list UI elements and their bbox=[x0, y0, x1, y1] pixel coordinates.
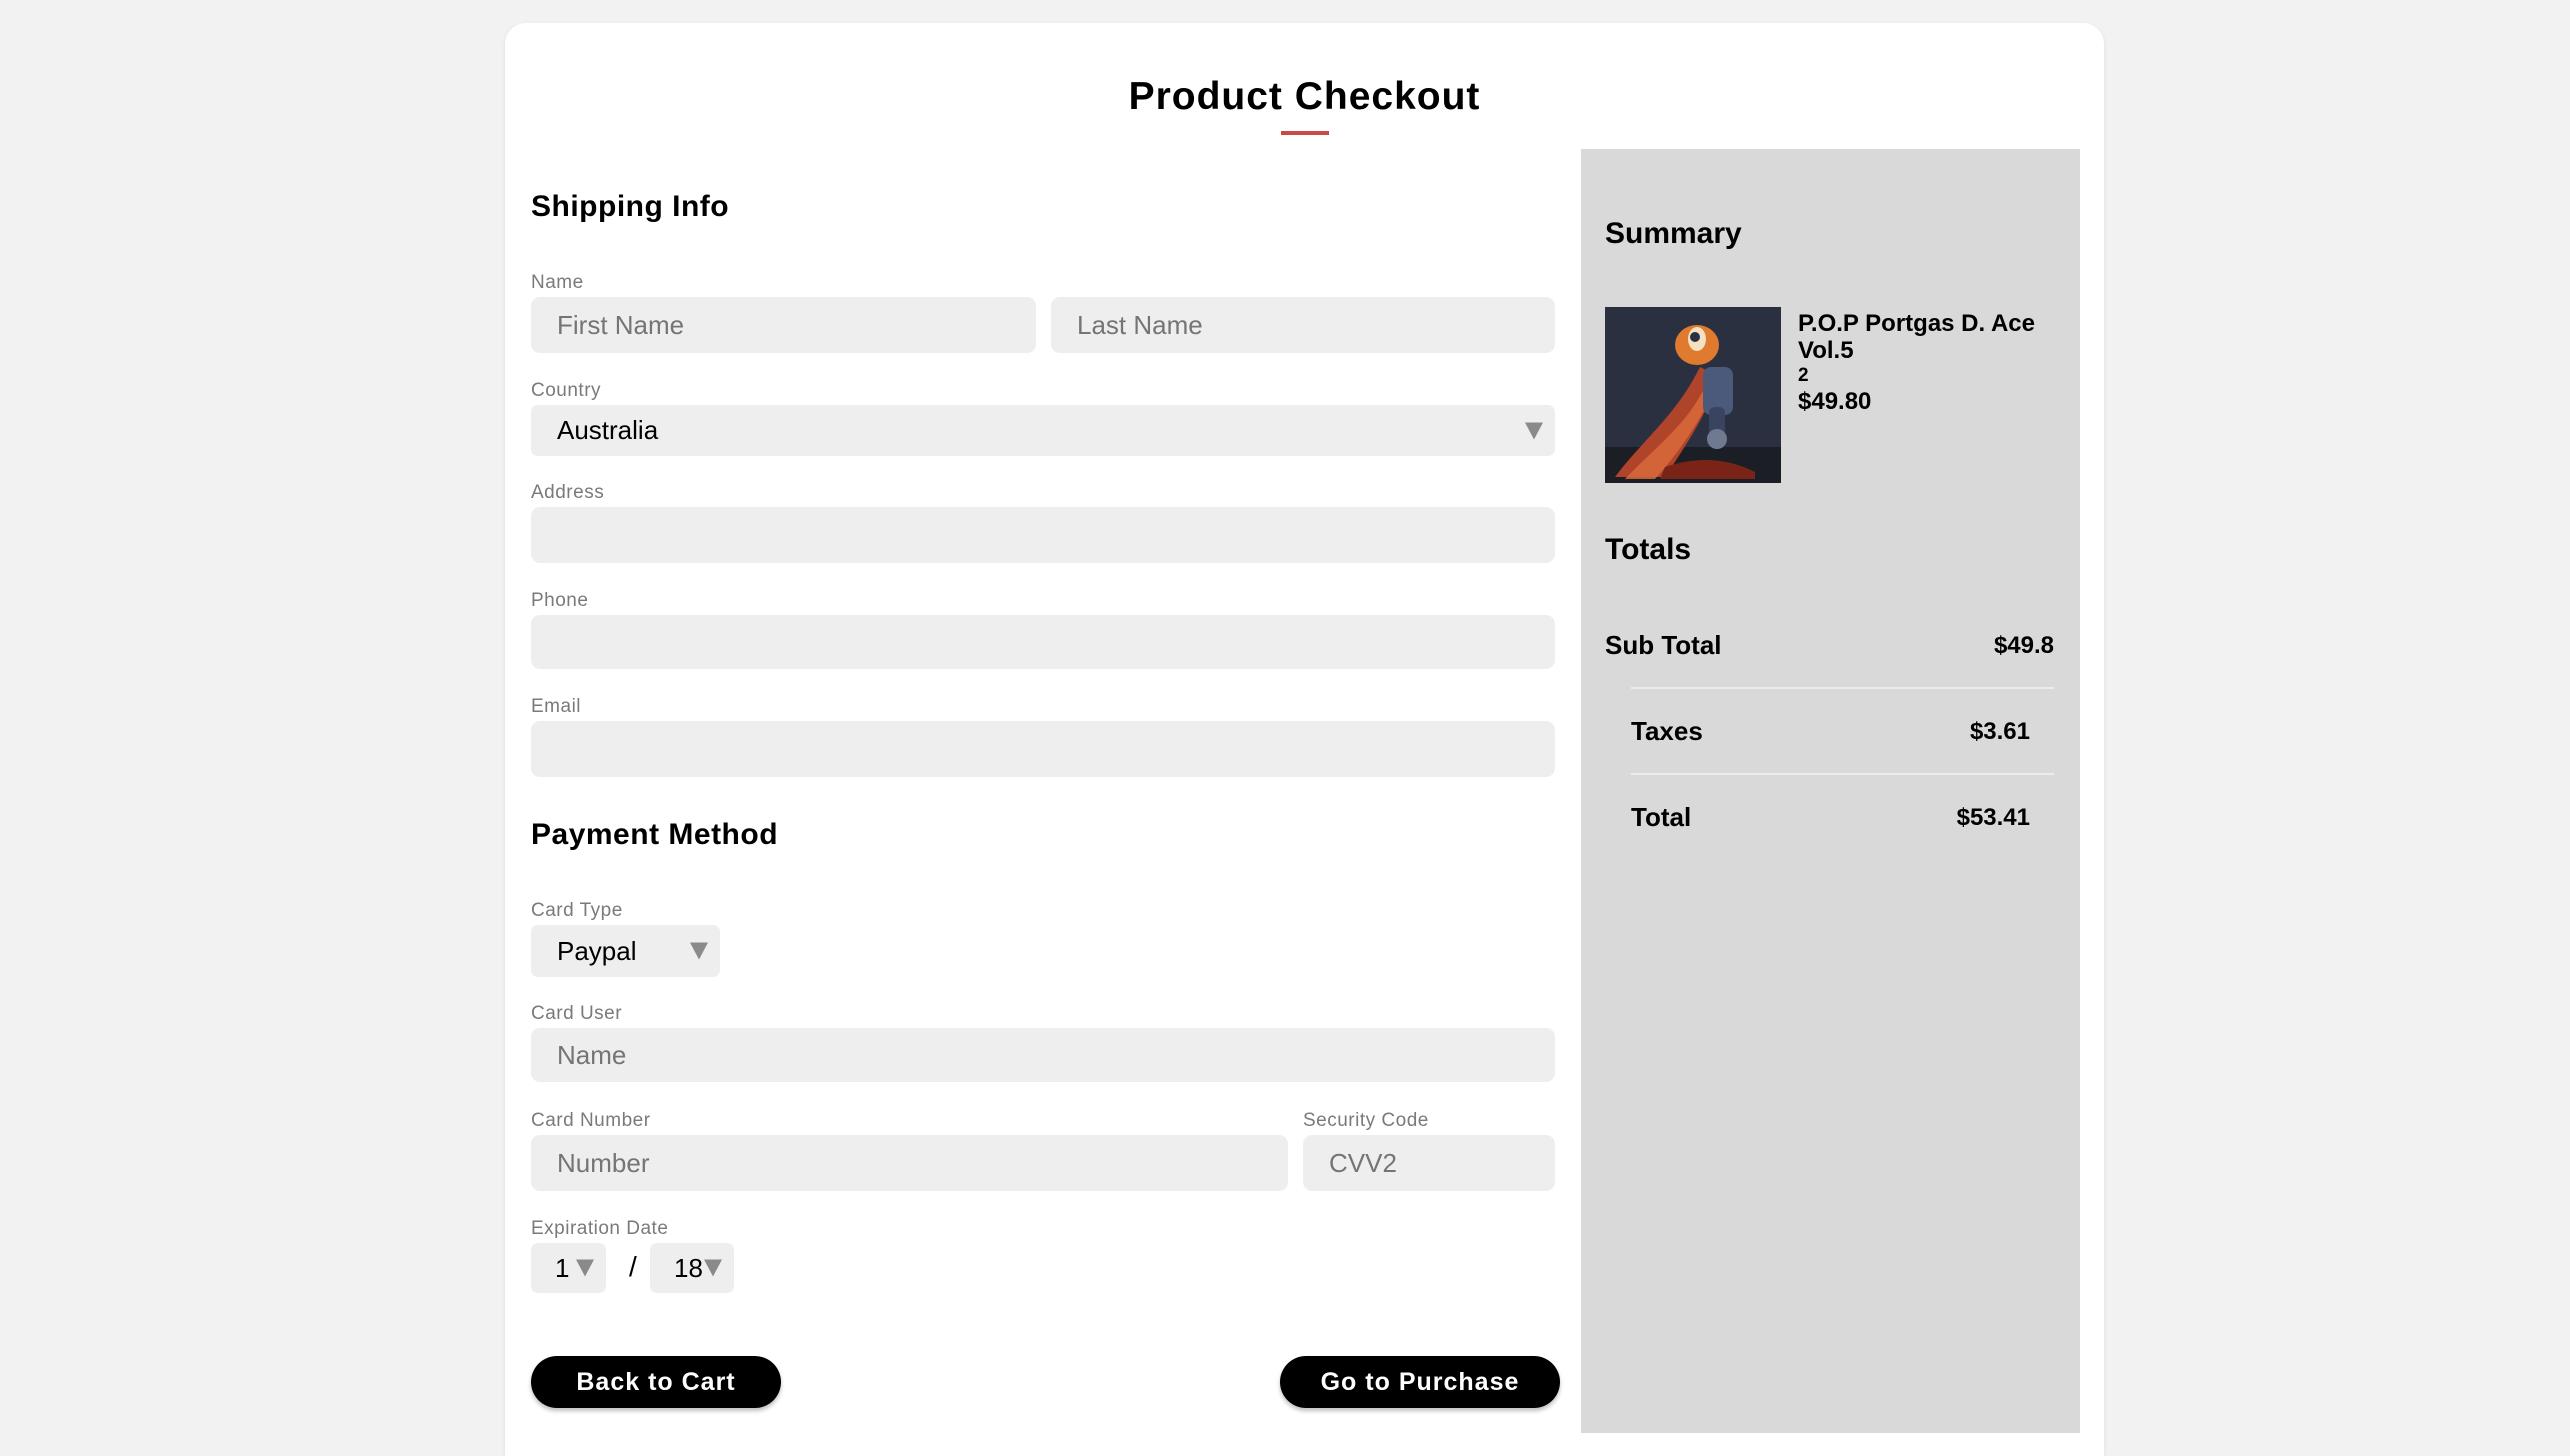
card-type-select[interactable]: Paypal bbox=[531, 925, 720, 977]
checkout-card: Product Checkout Shipping Info Name Coun… bbox=[505, 23, 2104, 1456]
name-label: Name bbox=[531, 272, 584, 293]
expiration-year-select[interactable]: 18 bbox=[650, 1243, 734, 1293]
security-code-label: Security Code bbox=[1303, 1110, 1429, 1131]
expiration-separator: / bbox=[629, 1251, 637, 1282]
product-price: $49.80 bbox=[1798, 388, 1872, 415]
country-value: Australia bbox=[557, 415, 659, 445]
security-code-input[interactable] bbox=[1303, 1135, 1555, 1191]
shipping-info-heading: Shipping Info bbox=[531, 190, 730, 223]
totals-divider bbox=[1631, 773, 2054, 775]
expiration-date-label: Expiration Date bbox=[531, 1218, 669, 1239]
totals-heading: Totals bbox=[1605, 533, 1692, 566]
expiration-year-value: 18 bbox=[674, 1252, 703, 1283]
last-name-input[interactable] bbox=[1051, 297, 1555, 353]
email-input[interactable] bbox=[531, 721, 1555, 777]
payment-method-heading: Payment Method bbox=[531, 818, 779, 851]
chevron-down-icon bbox=[1525, 422, 1543, 439]
address-label: Address bbox=[531, 482, 605, 503]
expiration-month-select[interactable]: 1 bbox=[531, 1243, 606, 1293]
product-image bbox=[1605, 307, 1781, 483]
phone-input[interactable] bbox=[531, 615, 1555, 669]
summary-heading: Summary bbox=[1605, 217, 1742, 250]
card-number-label: Card Number bbox=[531, 1110, 651, 1131]
taxes-label: Taxes bbox=[1631, 716, 1703, 746]
action-figure-illustration bbox=[1605, 307, 1781, 483]
address-input[interactable] bbox=[531, 507, 1555, 563]
card-user-label: Card User bbox=[531, 1003, 623, 1024]
email-label: Email bbox=[531, 696, 582, 717]
title-underline bbox=[1281, 131, 1329, 135]
card-number-input[interactable] bbox=[531, 1135, 1288, 1191]
card-type-value: Paypal bbox=[557, 935, 637, 966]
page-title: Product Checkout bbox=[1128, 75, 1481, 118]
chevron-down-icon bbox=[690, 942, 708, 960]
country-select[interactable]: Australia bbox=[531, 405, 1555, 456]
summary-panel: Summary P.O.P Portgas D. Ace Vol.5 2 $49… bbox=[1581, 149, 2080, 1433]
totals-divider bbox=[1631, 687, 2054, 689]
expiration-month-value: 1 bbox=[555, 1252, 570, 1283]
back-to-cart-button[interactable]: Back to Cart bbox=[531, 1356, 781, 1408]
total-label: Total bbox=[1631, 802, 1692, 832]
country-label: Country bbox=[531, 380, 602, 401]
card-user-input[interactable] bbox=[531, 1028, 1555, 1082]
phone-label: Phone bbox=[531, 590, 589, 611]
chevron-down-icon bbox=[704, 1259, 722, 1277]
product-name: P.O.P Portgas D. Ace Vol.5 bbox=[1798, 310, 2035, 364]
chevron-down-icon bbox=[576, 1259, 594, 1277]
taxes-value: $3.61 bbox=[1969, 718, 2030, 745]
first-name-input[interactable] bbox=[531, 297, 1036, 353]
go-to-purchase-button[interactable]: Go to Purchase bbox=[1280, 1356, 1560, 1408]
subtotal-value: $49.8 bbox=[1993, 632, 2054, 659]
subtotal-label: Sub Total bbox=[1605, 630, 1722, 660]
product-quantity: 2 bbox=[1798, 365, 1809, 386]
card-type-label: Card Type bbox=[531, 900, 623, 921]
total-value: $53.41 bbox=[1956, 804, 2030, 831]
